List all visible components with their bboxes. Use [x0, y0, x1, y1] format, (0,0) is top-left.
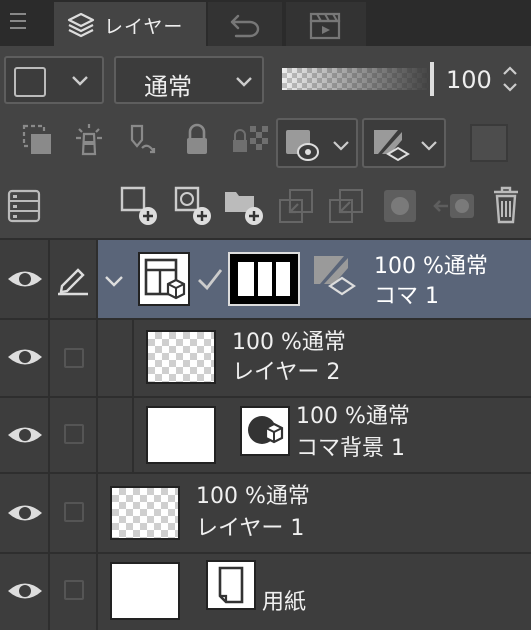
layer-thumbnail	[110, 486, 180, 540]
panel-menu-icon[interactable]	[8, 10, 28, 36]
folder-indent	[98, 398, 134, 472]
edit-target-indicator[interactable]	[50, 240, 98, 318]
edit-target-checkbox	[64, 502, 84, 522]
chevron-down-icon	[418, 134, 440, 160]
frame-mask-icon	[312, 254, 358, 304]
layer-name: コマ背景 1	[296, 436, 405, 461]
layer-name: レイヤー 1	[196, 516, 305, 541]
chevron-down-icon[interactable]	[102, 272, 126, 296]
frame-mask-icon	[372, 128, 410, 166]
blend-mode-dropdown[interactable]: 通常	[114, 56, 264, 104]
history-icon	[228, 10, 262, 44]
eye-icon	[6, 500, 44, 530]
layers-icon	[66, 10, 96, 44]
layer-color-icon	[284, 128, 322, 166]
transfer-to-lower-layer-icon[interactable]	[276, 186, 316, 230]
edit-target-checkbox	[64, 424, 84, 444]
tab-layer[interactable]: レイヤー	[54, 2, 206, 46]
lock-transparent-pixels-icon[interactable]	[230, 122, 270, 162]
layer-name: コマ 1	[374, 284, 439, 309]
pencil-icon	[56, 262, 90, 300]
layer-property-list-icon[interactable]	[6, 188, 42, 228]
eye-icon	[6, 422, 44, 452]
eye-icon	[6, 344, 44, 374]
new-folder-icon[interactable]	[222, 184, 268, 232]
blend-mode-value: 通常	[144, 73, 192, 101]
layer-row-layer-2[interactable]: 100 %通常 レイヤー 2	[0, 320, 531, 398]
frame-border-thumbnail	[228, 252, 300, 306]
frame-divider	[272, 262, 276, 296]
layer-thumbnail	[146, 330, 216, 384]
combine-to-layer-below-icon[interactable]	[326, 186, 366, 230]
layer-info: 100 %通常	[374, 254, 488, 279]
create-layer-mask-icon[interactable]	[380, 186, 420, 230]
layer-info: 100 %通常	[196, 484, 310, 509]
chevron-down-icon	[330, 134, 352, 160]
layer-name: 用紙	[262, 590, 307, 615]
layer-info: 100 %通常	[296, 404, 410, 429]
mask-mode-dropdown[interactable]	[362, 118, 446, 168]
color-swatch	[14, 67, 46, 97]
trash-icon[interactable]	[490, 184, 522, 230]
opacity-spinner-icon[interactable]	[500, 62, 520, 100]
opacity-slider-handle[interactable]	[430, 62, 434, 96]
layer-row-frame-1[interactable]: 100 %通常 コマ 1	[0, 240, 531, 320]
visibility-toggle[interactable]	[0, 240, 50, 318]
layer-row-layer-1[interactable]: 100 %通常 レイヤー 1	[0, 474, 531, 554]
layer-color-swatch[interactable]	[470, 124, 508, 162]
layer-option-row	[0, 112, 531, 176]
opacity-slider-fill	[282, 68, 428, 90]
clapperboard-icon	[308, 10, 342, 44]
opacity-value[interactable]: 100	[446, 66, 492, 94]
edit-target-checkbox	[64, 348, 84, 368]
visibility-toggle[interactable]	[0, 398, 50, 472]
chevron-down-icon	[232, 69, 256, 97]
chevron-down-icon	[68, 68, 92, 96]
paper-layer-icon	[206, 560, 256, 610]
tab-layer-label: レイヤー	[104, 16, 184, 38]
expression-color-dropdown[interactable]	[4, 56, 104, 104]
reference-layer-icon[interactable]	[72, 122, 106, 162]
frame-folder-icon	[138, 252, 190, 306]
check-icon[interactable]	[196, 266, 224, 296]
visibility-toggle[interactable]	[0, 474, 50, 552]
edit-target-toggle[interactable]	[50, 554, 98, 630]
visibility-toggle[interactable]	[0, 554, 50, 630]
edit-target-checkbox	[64, 580, 84, 600]
folder-indent	[98, 320, 134, 396]
layer-name: レイヤー 2	[232, 360, 341, 385]
layer-color-dropdown[interactable]	[276, 118, 358, 168]
set-draft-layer-icon[interactable]	[126, 122, 160, 162]
frame-panel-area	[238, 262, 290, 296]
layer-thumbnail	[146, 406, 216, 464]
layer-property-row: 通常 100	[0, 46, 531, 112]
new-raster-layer-icon[interactable]	[118, 184, 162, 232]
tab-history[interactable]	[208, 2, 282, 46]
layer-thumbnail	[110, 562, 180, 620]
apply-mask-to-layer-icon[interactable]	[430, 186, 478, 230]
eye-icon	[6, 266, 44, 296]
edit-target-toggle[interactable]	[50, 320, 98, 396]
tab-animation[interactable]	[286, 2, 366, 46]
visibility-toggle[interactable]	[0, 320, 50, 396]
edit-target-toggle[interactable]	[50, 398, 98, 472]
layer-command-bar	[0, 176, 531, 240]
opacity-slider[interactable]	[282, 68, 428, 90]
panel-tab-bar: レイヤー	[0, 0, 531, 46]
lock-icon[interactable]	[182, 122, 212, 162]
frame-divider	[254, 262, 258, 296]
clip-to-layer-below-icon[interactable]	[22, 124, 54, 162]
new-vector-layer-icon[interactable]	[172, 184, 216, 232]
edit-target-toggle[interactable]	[50, 474, 98, 552]
fill-layer-icon	[240, 406, 290, 456]
layer-row-paper[interactable]: 用紙	[0, 554, 531, 630]
eye-icon	[6, 578, 44, 608]
layer-info: 100 %通常	[232, 330, 346, 355]
layer-row-frame-background-1[interactable]: 100 %通常 コマ背景 1	[0, 398, 531, 474]
